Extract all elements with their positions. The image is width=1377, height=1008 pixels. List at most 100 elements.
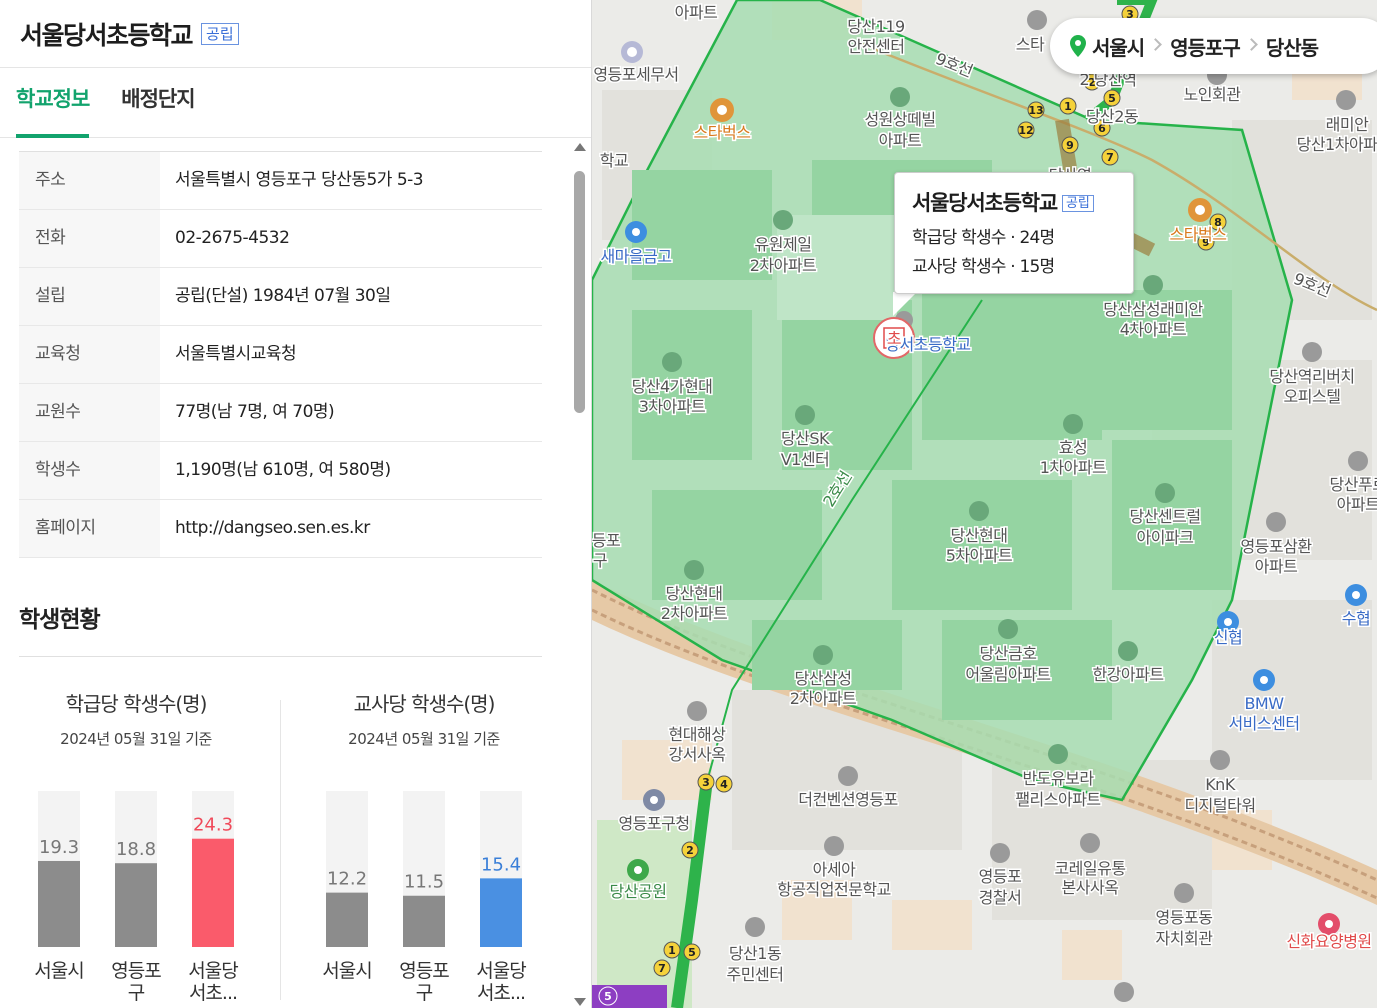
map-label[interactable]: 코레일유통 (1053, 858, 1128, 880)
map-label[interactable]: 당산역리버치 (1268, 366, 1357, 388)
map-label[interactable]: 신화요양병원 (1285, 931, 1374, 953)
map-label[interactable]: 아파트 (1335, 494, 1377, 516)
svg-text:2: 2 (686, 844, 694, 857)
map-label[interactable]: 노인회관 (1182, 84, 1243, 106)
map-label[interactable]: 등포 (592, 530, 622, 552)
map-label[interactable]: 당산1동 (727, 943, 783, 965)
map-label[interactable]: 안전센터 (846, 36, 906, 58)
map-label[interactable]: 디지털타워 (1183, 795, 1258, 817)
map-label[interactable]: 아파트 (877, 130, 923, 152)
map-label[interactable]: 강서사옥 (667, 744, 727, 766)
map-label[interactable]: 1차아파트 (1038, 457, 1108, 479)
region-breadcrumb: 서울시 영등포구 당산동 (1050, 18, 1377, 74)
map-label[interactable]: 팰리스아파트 (1014, 789, 1103, 811)
map-label[interactable]: 래미안 (1324, 114, 1371, 136)
map-label[interactable]: 2차아파트 (788, 688, 858, 710)
map-label[interactable]: KnK (1204, 774, 1238, 796)
map-label[interactable]: 영등포 (977, 866, 1023, 888)
map-label[interactable]: 스타 (1014, 34, 1047, 56)
map-label[interactable]: 영등포구청 (617, 813, 692, 835)
map-view[interactable]: 3 4 2 1 5 7 5 13 1 12 9 6 7 2 5 8 9 3 아파… (592, 0, 1377, 1008)
map-label[interactable]: 효성 (1057, 437, 1089, 459)
map-label[interactable]: 당산현대 (949, 525, 1009, 547)
map-label[interactable]: 유원제일 (753, 234, 813, 256)
map-label[interactable]: 당산119 (846, 16, 907, 38)
svg-text:12: 12 (1018, 124, 1033, 137)
popup-school-name: 서울당서초등학교 (912, 191, 1058, 215)
info-row-phone: 전화 02-2675-4532 (19, 210, 542, 268)
map-label[interactable]: 한강아파트 (1091, 664, 1166, 686)
info-key: 홈페이지 (19, 500, 160, 557)
map-label[interactable]: 자치회관 (1154, 928, 1215, 950)
map-label[interactable]: 당산현대 (664, 583, 724, 605)
bar (480, 878, 522, 947)
map-label[interactable]: 당산센트럴 (1128, 506, 1203, 528)
map-label[interactable]: 초 (885, 328, 903, 350)
map-label[interactable]: 아세아 (811, 859, 858, 881)
breadcrumb-district[interactable]: 영등포구 (1170, 32, 1241, 61)
category-label: 서초... (477, 982, 525, 1004)
map-label[interactable]: 항공직업전문학교 (776, 879, 893, 901)
svg-text:7: 7 (1106, 151, 1114, 164)
map-label[interactable]: 스타벅스 (1168, 224, 1228, 246)
map-label[interactable]: BMW (1243, 693, 1286, 715)
map-label[interactable]: 4차아파트 (1118, 319, 1188, 341)
breadcrumb-city[interactable]: 서울시 (1092, 32, 1145, 61)
bar-value-label: 24.3 (193, 815, 233, 836)
map-label[interactable]: 아파트 (673, 2, 719, 24)
scroll-down-arrow-icon[interactable] (574, 998, 586, 1006)
tab-assigned-complexes[interactable]: 배정단지 (121, 68, 195, 137)
map-label[interactable]: 성원상떼빌 (863, 109, 938, 131)
tab-school-info[interactable]: 학교정보 (16, 68, 90, 138)
scroll-up-arrow-icon[interactable] (574, 143, 586, 151)
map-label[interactable]: V1센터 (779, 449, 831, 471)
map-label[interactable]: 당산공원 (608, 881, 668, 903)
map-label[interactable]: 2차아파트 (659, 603, 729, 625)
map-label[interactable]: 영등포삼환 (1239, 536, 1314, 558)
school-popup[interactable]: 서울당서초등학교 공립 학급당 학생수 · 24명 교사당 학생수 · 15명 (894, 172, 1134, 294)
map-label[interactable]: 당산삼성 (793, 668, 853, 690)
info-row-address: 주소 서울특별시 영등포구 당산동5가 5-3 (19, 152, 542, 210)
map-label[interactable]: 3차아파트 (637, 396, 707, 418)
map-label[interactable]: 수협 (1340, 608, 1372, 630)
map-label[interactable]: 아이파크 (1135, 527, 1195, 549)
map-label[interactable]: 영등포동 (1154, 907, 1214, 929)
map-label[interactable]: 오피스텔 (1282, 386, 1342, 408)
map-label[interactable]: 현대해상 (667, 724, 728, 746)
svg-text:1: 1 (668, 944, 676, 957)
map-label[interactable]: 서비스센터 (1227, 713, 1302, 735)
info-value-homepage-link[interactable]: http://dangseo.sen.es.kr (160, 500, 542, 557)
map-label[interactable]: 본사사옥 (1060, 877, 1120, 899)
breadcrumb-neighborhood[interactable]: 당산동 (1266, 32, 1319, 61)
map-label[interactable]: 경찰서 (977, 887, 1023, 909)
map-label[interactable]: 주민센터 (725, 964, 785, 986)
bar-value-label: 19.3 (39, 837, 79, 858)
panel-scrollbar[interactable] (572, 143, 588, 1008)
map-label[interactable]: 아파트 (1253, 556, 1299, 578)
map-label[interactable]: 당산1차아파 (1295, 134, 1377, 156)
scroll-thumb[interactable] (574, 171, 585, 413)
map-label[interactable]: 당산4가현대 (630, 376, 714, 398)
map-label[interactable]: 학교 (598, 150, 630, 172)
map-label[interactable]: 더컨벤션영등포 (797, 789, 900, 811)
map-label[interactable]: 당산금호 (978, 643, 1038, 665)
map-label[interactable]: 신협 (1212, 627, 1244, 649)
map-label[interactable]: 어울림아파트 (964, 664, 1053, 686)
svg-text:7: 7 (658, 962, 666, 975)
map-label[interactable]: 당산2동 (1084, 106, 1140, 128)
popup-students-per-teacher: 교사당 학생수 · 15명 (912, 257, 1055, 277)
map-label[interactable]: 당산SK (779, 428, 832, 450)
map-label[interactable]: 새마을금고 (599, 246, 674, 268)
map-label[interactable]: 5차아파트 (944, 545, 1014, 567)
category-label: 영등포 (399, 960, 449, 982)
info-row-founded: 설립 공립(단설) 1984년 07월 30일 (19, 268, 542, 326)
map-label[interactable]: 구 (592, 550, 609, 572)
map-label[interactable]: 당산삼성래미안 (1102, 299, 1206, 321)
map-label[interactable]: 반도유보라 (1021, 768, 1096, 790)
bar-value-label: 18.8 (116, 839, 156, 860)
map-label[interactable]: 당산푸르 (1328, 474, 1377, 496)
map-label[interactable]: 스타벅스 (692, 122, 752, 144)
map-label[interactable]: 영등포세무서 (592, 64, 681, 86)
map-canvas[interactable]: 3 4 2 1 5 7 5 13 1 12 9 6 7 2 5 8 9 3 아파… (592, 0, 1377, 1008)
map-label[interactable]: 2차아파트 (748, 255, 818, 277)
